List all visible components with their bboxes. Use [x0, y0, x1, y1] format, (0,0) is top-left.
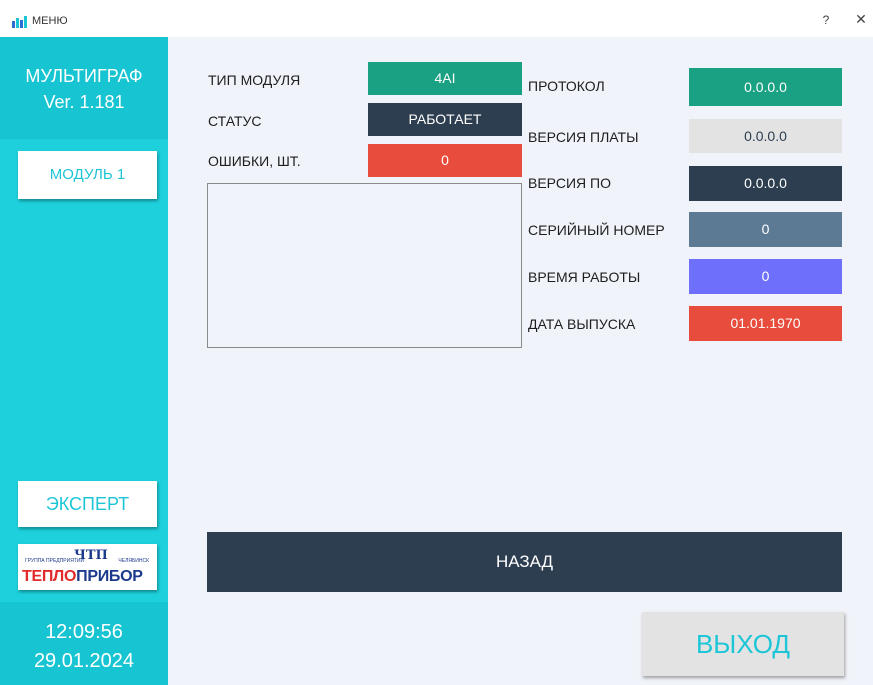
exit-button[interactable]: ВЫХОД	[642, 612, 844, 676]
bar-chart-icon	[12, 16, 27, 28]
protocol-label: ПРОТОКОЛ	[528, 78, 605, 94]
brand-panel: МУЛЬТИГРАФ Ver. 1.181	[0, 37, 168, 139]
expert-button[interactable]: ЭКСПЕРТ	[18, 481, 157, 527]
release-date-label: ДАТА ВЫПУСКА	[528, 316, 636, 332]
status-label: СТАТУС	[208, 113, 262, 129]
close-button[interactable]: ✕	[853, 11, 869, 28]
release-date-value: 01.01.1970	[689, 306, 842, 341]
clock-time: 12:09:56	[45, 621, 123, 643]
software-version-value: 0.0.0.0	[689, 166, 842, 201]
module-type-label: ТИП МОДУЛЯ	[208, 72, 301, 88]
title-bar: МЕНЮ ? ✕	[0, 0, 873, 37]
brand-name: МУЛЬТИГРАФ	[25, 66, 143, 86]
clock-panel: 12:09:56 29.01.2024	[0, 602, 168, 685]
uptime-value: 0	[689, 259, 842, 294]
board-version-value: 0.0.0.0	[689, 119, 842, 153]
serial-number-label: СЕРИЙНЫЙ НОМЕР	[528, 222, 665, 238]
errors-value: 0	[368, 144, 522, 177]
uptime-label: ВРЕМЯ РАБОТЫ	[528, 269, 641, 285]
status-value: РАБОТАЕТ	[368, 103, 522, 136]
window-title: МЕНЮ	[32, 15, 68, 27]
module-type-value: 4AI	[368, 62, 522, 95]
company-logo: ГРУППА ПРЕДПРИЯТИЙ ЧТП ЧЕЛЯБИНСК ТЕПЛОПР…	[18, 544, 157, 590]
help-button[interactable]: ?	[818, 13, 834, 27]
software-version-label: ВЕРСИЯ ПО	[528, 175, 611, 191]
module-1-button[interactable]: МОДУЛЬ 1	[18, 151, 157, 199]
logo-wordmark: ТЕПЛОПРИБОР	[22, 568, 143, 585]
board-version-label: ВЕРСИЯ ПЛАТЫ	[528, 129, 639, 145]
serial-number-value: 0	[689, 212, 842, 247]
logo-abbr: ЧТП	[74, 548, 108, 563]
logo-city-text: ЧЕЛЯБИНСК	[118, 558, 149, 564]
errors-label: ОШИБКИ, ШТ.	[208, 153, 301, 169]
version-label: Ver. 1.181	[43, 92, 125, 112]
clock-date: 29.01.2024	[33, 650, 135, 672]
log-textbox[interactable]	[207, 183, 522, 348]
protocol-value: 0.0.0.0	[689, 68, 842, 106]
back-button[interactable]: НАЗАД	[207, 532, 842, 592]
